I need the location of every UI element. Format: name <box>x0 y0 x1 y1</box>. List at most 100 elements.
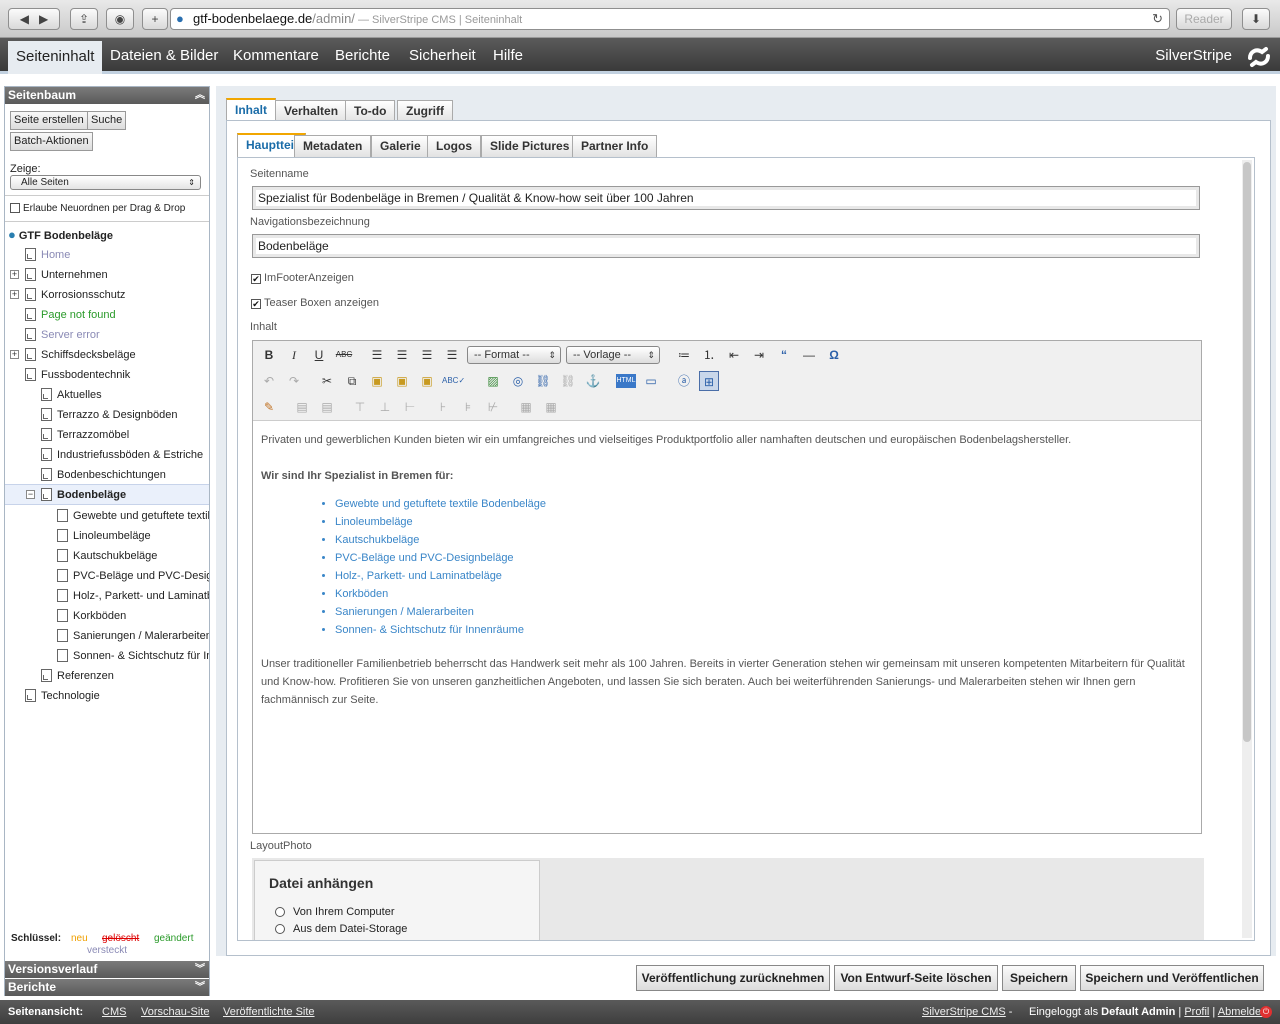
download-button[interactable]: ⬇ <box>1242 8 1270 30</box>
tree-item[interactable]: Fussbodentechnik <box>25 365 209 385</box>
outdent-icon[interactable]: ⇤ <box>724 345 744 365</box>
unpublish-button[interactable]: Veröffentlichung zurücknehmen <box>636 965 830 991</box>
tree-item[interactable]: Referenzen <box>41 666 209 686</box>
edit-icon[interactable]: ✎ <box>259 397 279 417</box>
subtab-partner-info[interactable]: Partner Info <box>572 135 658 157</box>
align-left-icon[interactable]: ☰ <box>367 345 387 365</box>
delete-draft-button[interactable]: Von Entwurf-Seite löschen <box>834 965 998 991</box>
content-list-item[interactable]: Sanierungen / Malerarbeiten <box>335 603 1193 621</box>
insert-image-icon[interactable]: ▨ <box>483 371 503 391</box>
nav-input[interactable]: Bodenbeläge <box>252 234 1200 258</box>
logout-icon[interactable]: ⏻ <box>1260 1006 1272 1018</box>
tree-item[interactable]: Kautschukbeläge <box>57 546 209 566</box>
subtab-slide-pictures[interactable]: Slide Pictures <box>481 135 579 157</box>
tree-item[interactable]: Sanierungen / Malerarbeiten <box>57 626 209 646</box>
silverstripe-link[interactable]: SilverStripe CMS <box>922 1006 1006 1018</box>
share-button[interactable]: ⇪ <box>70 8 98 30</box>
scrollbar-thumb[interactable] <box>1243 162 1251 742</box>
batch-actions-button[interactable]: Batch-Aktionen <box>10 132 93 151</box>
tree-item[interactable]: Aktuelles <box>41 385 209 405</box>
special-char-icon[interactable]: Ω <box>824 345 844 365</box>
tree-item[interactable]: Terrazzomöbel <box>41 425 209 445</box>
anchor-icon[interactable]: ⚓ <box>583 371 603 391</box>
tree-root[interactable]: ● GTF Bodenbeläge <box>8 225 113 245</box>
underline-icon[interactable]: U <box>309 345 329 365</box>
tree-item[interactable]: Korrosionsschutz <box>25 285 209 305</box>
horizontal-rule-icon[interactable]: — <box>799 345 819 365</box>
profile-link[interactable]: Profil <box>1184 1006 1209 1018</box>
footer-checkbox[interactable]: ✔ <box>251 274 261 284</box>
link-icon[interactable]: ⛓ <box>533 371 553 391</box>
content-list-item[interactable]: Sonnen- & Sichtschutz für Innenräume <box>335 621 1193 639</box>
new-tab-button[interactable]: + <box>142 8 168 30</box>
row-after-icon[interactable]: ⊥ <box>375 397 395 417</box>
chevron-down-icon[interactable]: ︾ <box>195 961 205 978</box>
content-list-item[interactable]: PVC-Beläge und PVC-Designbeläge <box>335 549 1193 567</box>
content-list-item[interactable]: Holz-, Parkett- und Laminatbeläge <box>335 567 1193 585</box>
spellcheck-icon[interactable]: ABC✓ <box>442 371 465 391</box>
template-select[interactable]: -- Vorlage -- ⇕ <box>566 346 660 364</box>
visual-aid-icon[interactable]: ⊞ <box>699 371 719 391</box>
extension-button[interactable]: ◉ <box>106 8 134 30</box>
redo-icon[interactable]: ↷ <box>284 371 304 391</box>
menu-hilfe[interactable]: Hilfe <box>485 38 531 74</box>
tree-item[interactable]: Terrazzo & Designböden <box>41 405 209 425</box>
tree-item[interactable]: Linoleumbeläge <box>57 526 209 546</box>
copy-icon[interactable]: ⧉ <box>342 371 362 391</box>
select-all-icon[interactable]: ⓐ <box>674 371 694 391</box>
chevron-down-icon[interactable]: ︾ <box>195 979 205 996</box>
tree-item[interactable]: Technologie <box>25 686 209 706</box>
sitetree-header[interactable]: Seitenbaum ︽ <box>5 87 209 104</box>
reports-header[interactable]: Berichte ︾ <box>5 979 209 996</box>
tree-item[interactable]: Page not found <box>25 305 209 325</box>
pagename-input[interactable]: Spezialist für Bodenbeläge in Bremen / Q… <box>252 186 1200 210</box>
reader-button[interactable]: Reader <box>1176 8 1232 30</box>
split-cells-icon[interactable]: ▦ <box>541 397 561 417</box>
table-insert-icon[interactable]: ▤ <box>292 397 312 417</box>
from-computer-radio[interactable] <box>275 907 285 917</box>
undo-icon[interactable]: ↶ <box>259 371 279 391</box>
menu-dateien-bilder[interactable]: Dateien & Bilder <box>102 38 226 74</box>
tree-item[interactable]: Server error <box>25 325 209 345</box>
content-list-item[interactable]: Gewebte und getuftete textile Bodenbeläg… <box>335 495 1193 513</box>
col-delete-icon[interactable]: ⊬ <box>483 397 503 417</box>
tree-item[interactable]: Unternehmen <box>25 265 209 285</box>
tree-item[interactable]: Gewebte und getuftete textil <box>57 506 209 526</box>
menu-sicherheit[interactable]: Sicherheit <box>401 38 484 74</box>
create-page-button[interactable]: Seite erstellen <box>10 111 88 130</box>
unlink-icon[interactable]: ⛓ <box>558 371 578 391</box>
col-before-icon[interactable]: ⊦ <box>433 397 453 417</box>
collapse-icon[interactable]: − <box>26 490 35 499</box>
dragdrop-checkbox[interactable] <box>10 203 20 213</box>
preview-link[interactable]: Vorschau-Site <box>141 1000 209 1024</box>
chevron-up-icon[interactable]: ︽ <box>195 87 205 104</box>
published-link[interactable]: Veröffentlichte Site <box>223 1000 315 1024</box>
tree-item[interactable]: Bodenbeschichtungen <box>41 465 209 485</box>
tab-todo[interactable]: To-do <box>345 100 396 122</box>
menu-berichte[interactable]: Berichte <box>327 38 398 74</box>
expand-icon[interactable]: + <box>10 290 19 299</box>
url-bar[interactable]: ● gtf-bodenbelaege.de/admin/ — SilverStr… <box>170 8 1170 30</box>
align-center-icon[interactable]: ☰ <box>392 345 412 365</box>
tree-item[interactable]: Bodenbeläge <box>41 485 209 505</box>
cut-icon[interactable]: ✂ <box>317 371 337 391</box>
from-storage-radio[interactable] <box>275 924 285 934</box>
reload-icon[interactable]: ↻ <box>1152 9 1163 29</box>
back-forward-buttons[interactable]: ◀ ▶ <box>8 8 60 30</box>
subtab-logos[interactable]: Logos <box>427 135 481 157</box>
format-select[interactable]: -- Format -- ⇕ <box>467 346 561 364</box>
form-scrollbar[interactable] <box>1242 160 1252 938</box>
blockquote-icon[interactable]: “ <box>774 345 794 365</box>
tree-item[interactable]: Sonnen- & Sichtschutz für In <box>57 646 209 666</box>
cms-link[interactable]: CMS <box>102 1000 126 1024</box>
tree-item[interactable]: Korkböden <box>57 606 209 626</box>
merge-cells-icon[interactable]: ▦ <box>516 397 536 417</box>
back-icon[interactable]: ◀ <box>20 12 29 26</box>
expand-icon[interactable]: + <box>10 270 19 279</box>
tab-zugriff[interactable]: Zugriff <box>397 100 453 122</box>
menu-seiteninhalt[interactable]: Seiteninhalt <box>8 41 103 74</box>
row-delete-icon[interactable]: ⊢ <box>400 397 420 417</box>
subtab-metadaten[interactable]: Metadaten <box>294 135 372 157</box>
bullet-list-icon[interactable]: ≔ <box>674 345 694 365</box>
table-props-icon[interactable]: ▤ <box>317 397 337 417</box>
